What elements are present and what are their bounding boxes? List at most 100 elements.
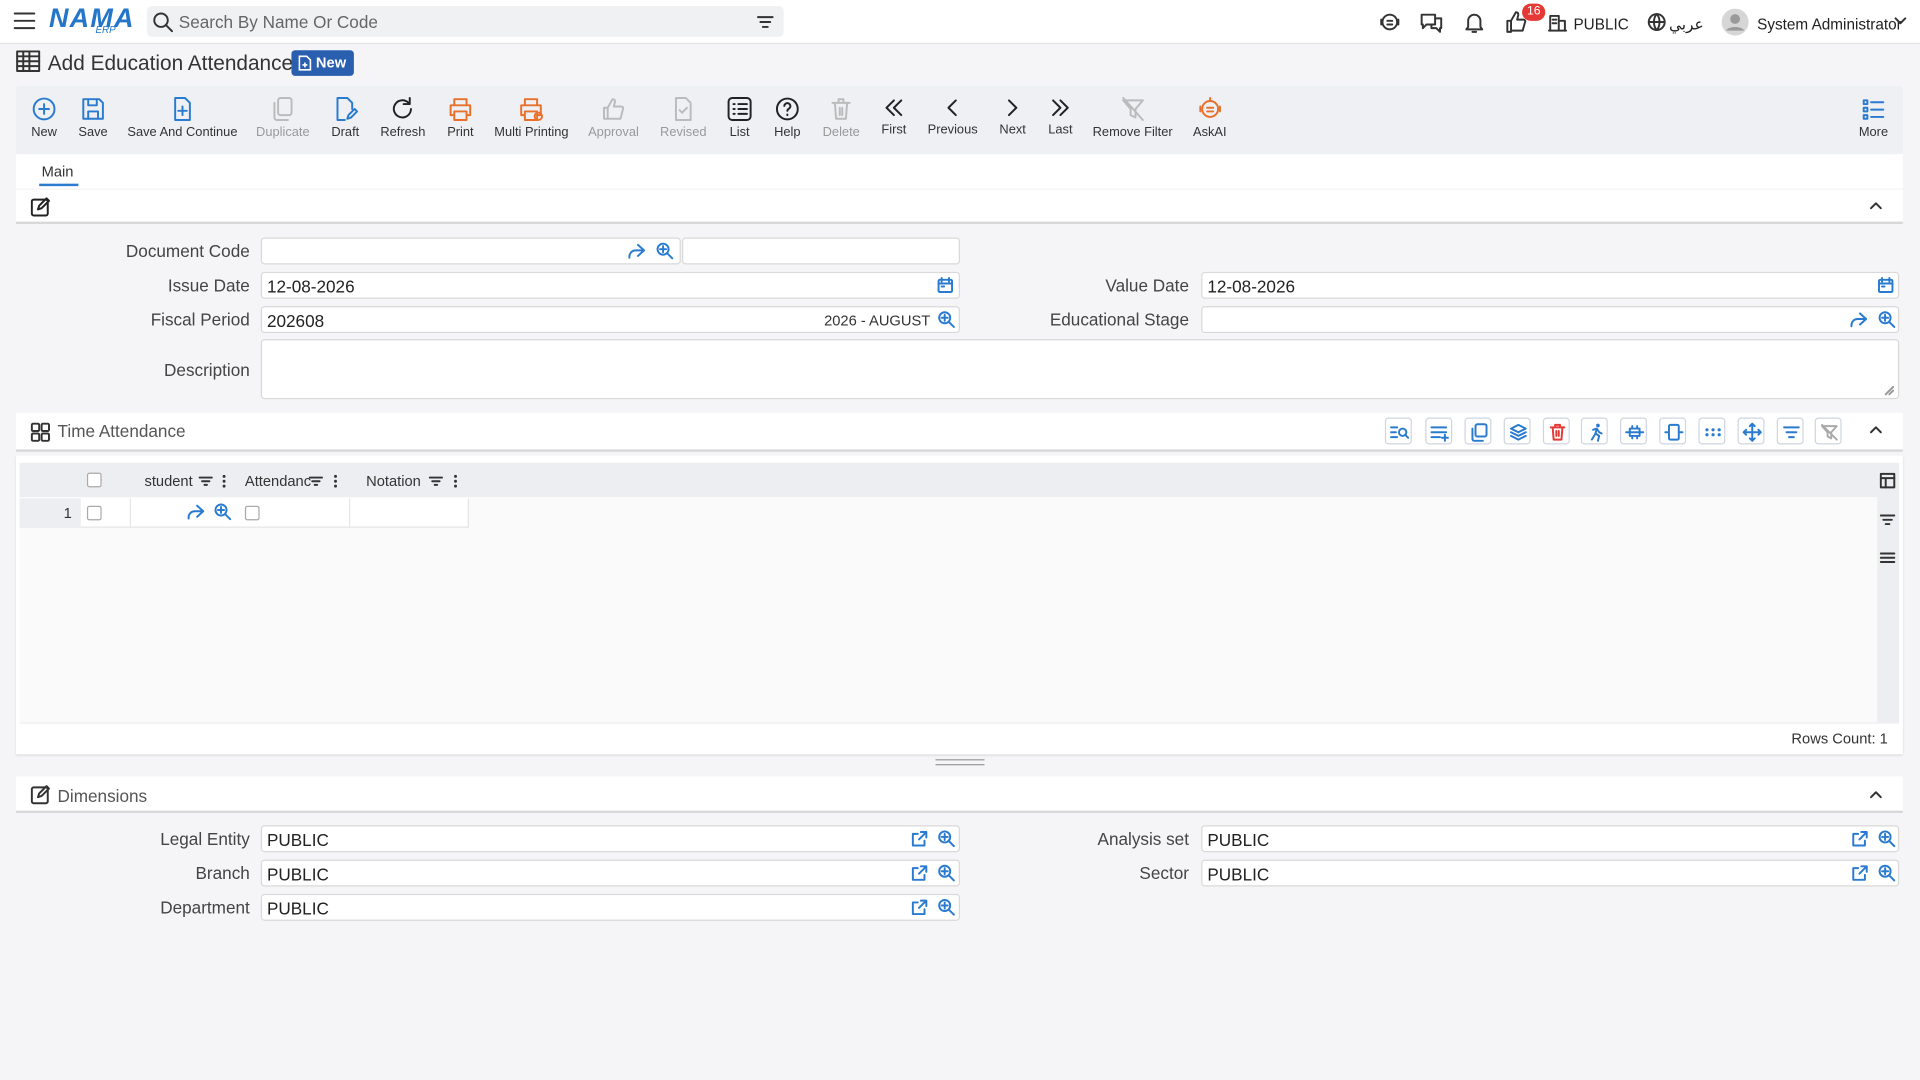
filter-panel-icon[interactable] bbox=[1879, 512, 1896, 528]
multi-printing-button[interactable]: Multi Printing bbox=[494, 96, 569, 140]
duplicate-button[interactable]: Duplicate bbox=[256, 96, 310, 140]
globe-icon[interactable] bbox=[1647, 12, 1667, 32]
column-menu-icon[interactable] bbox=[452, 473, 459, 490]
attendance-checkbox[interactable] bbox=[244, 505, 260, 521]
calendar-icon[interactable] bbox=[937, 276, 954, 294]
column-menu-icon[interactable] bbox=[220, 473, 227, 490]
approval-button[interactable]: Approval bbox=[588, 96, 639, 140]
grid-remove-filter-button[interactable] bbox=[1814, 417, 1842, 445]
grid-search-button[interactable] bbox=[1384, 417, 1412, 445]
share-icon[interactable] bbox=[1849, 311, 1868, 328]
resize-handle-icon[interactable] bbox=[1884, 385, 1895, 396]
chat-icon[interactable] bbox=[1419, 10, 1443, 34]
draft-button[interactable]: Draft bbox=[331, 96, 359, 140]
refresh-button[interactable]: Refresh bbox=[380, 96, 425, 140]
previous-button[interactable]: Previous bbox=[928, 96, 978, 137]
external-link-icon[interactable] bbox=[911, 830, 928, 847]
search-lookup-icon[interactable] bbox=[1877, 310, 1896, 328]
search-lookup-icon[interactable] bbox=[937, 310, 955, 328]
columns-panel-icon[interactable] bbox=[1879, 472, 1896, 489]
new-button[interactable]: New bbox=[31, 96, 58, 140]
revised-button[interactable]: Revised bbox=[660, 96, 706, 140]
collapse-main-chevron-up-icon[interactable] bbox=[1869, 200, 1884, 212]
save-button[interactable]: Save bbox=[78, 96, 108, 140]
resize-grip[interactable] bbox=[935, 759, 985, 766]
grid-move-button[interactable] bbox=[1737, 417, 1765, 445]
table-row[interactable]: 1 bbox=[19, 498, 469, 528]
hamburger-menu-icon[interactable] bbox=[13, 11, 36, 31]
sector-input[interactable]: PUBLIC bbox=[1201, 859, 1900, 887]
menu-lines-icon[interactable] bbox=[1879, 550, 1896, 566]
chevron-down-icon[interactable] bbox=[1893, 15, 1908, 27]
search-lookup-icon[interactable] bbox=[213, 502, 232, 521]
user-menu[interactable]: System Administrator bbox=[1757, 13, 1902, 35]
grid-layers-button[interactable] bbox=[1503, 417, 1531, 445]
column-header-student[interactable]: student bbox=[144, 473, 192, 490]
grid-merge-button[interactable] bbox=[1620, 417, 1647, 445]
bell-icon[interactable] bbox=[1462, 10, 1486, 34]
search-lookup-icon[interactable] bbox=[937, 829, 955, 848]
grid-filter-button[interactable] bbox=[1776, 417, 1804, 445]
grid-run-button[interactable] bbox=[1580, 417, 1608, 445]
column-filter-icon[interactable] bbox=[198, 474, 213, 489]
avatar[interactable] bbox=[1721, 8, 1749, 36]
document-code-secondary-input[interactable] bbox=[682, 237, 961, 265]
delete-button[interactable]: Delete bbox=[823, 96, 860, 140]
filter-icon[interactable] bbox=[756, 13, 774, 30]
more-button[interactable]: More bbox=[1859, 96, 1888, 140]
search-lookup-icon[interactable] bbox=[1877, 829, 1896, 848]
student-cell[interactable] bbox=[129, 498, 351, 528]
calendar-icon[interactable] bbox=[1877, 276, 1894, 294]
issue-date-input[interactable]: 12-08-2026 bbox=[260, 271, 961, 299]
row-select-checkbox[interactable] bbox=[86, 505, 102, 521]
column-header-attendance[interactable]: Attendanc bbox=[245, 473, 311, 490]
askai-button[interactable]: AskAI bbox=[1193, 96, 1227, 140]
external-link-icon[interactable] bbox=[1851, 830, 1868, 847]
grid-fit-button[interactable] bbox=[1659, 417, 1687, 445]
department-input[interactable]: PUBLIC bbox=[260, 893, 961, 921]
notation-cell[interactable] bbox=[350, 498, 469, 528]
column-filter-icon[interactable] bbox=[308, 474, 324, 489]
fiscal-period-input[interactable]: 202608 2026 - AUGUST bbox=[260, 306, 961, 334]
share-icon[interactable] bbox=[627, 242, 646, 259]
search-lookup-icon[interactable] bbox=[937, 863, 955, 882]
external-link-icon[interactable] bbox=[911, 899, 928, 916]
company-selector[interactable]: PUBLIC bbox=[1573, 13, 1628, 35]
column-filter-icon[interactable] bbox=[428, 474, 444, 489]
remove-filter-button[interactable]: Remove Filter bbox=[1093, 96, 1173, 140]
list-button[interactable]: List bbox=[726, 96, 753, 140]
tab-main[interactable]: Main bbox=[42, 163, 74, 180]
next-button[interactable]: Next bbox=[999, 96, 1026, 137]
collapse-attendance-chevron-up-icon[interactable] bbox=[1869, 424, 1884, 436]
search-lookup-icon[interactable] bbox=[937, 898, 955, 916]
legal-entity-input[interactable]: PUBLIC bbox=[260, 825, 961, 853]
ai-assistant-icon[interactable] bbox=[1378, 10, 1402, 34]
first-button[interactable]: First bbox=[880, 96, 907, 137]
educational-stage-input[interactable] bbox=[1201, 306, 1900, 334]
last-button[interactable]: Last bbox=[1047, 96, 1074, 137]
search-lookup-icon[interactable] bbox=[1877, 863, 1896, 882]
print-button[interactable]: Print bbox=[447, 96, 474, 140]
external-link-icon[interactable] bbox=[1851, 864, 1868, 881]
help-button[interactable]: Help bbox=[774, 96, 801, 140]
language-switch[interactable]: عربي bbox=[1669, 13, 1704, 35]
branch-input[interactable]: PUBLIC bbox=[260, 859, 961, 887]
grid-copy-button[interactable] bbox=[1464, 417, 1492, 445]
collapse-dimensions-chevron-up-icon[interactable] bbox=[1869, 789, 1884, 801]
column-menu-icon[interactable] bbox=[332, 473, 339, 490]
grid-add-row-button[interactable] bbox=[1425, 417, 1453, 445]
grid-options-button[interactable] bbox=[1698, 417, 1726, 445]
description-textarea[interactable] bbox=[260, 339, 1900, 400]
search-input[interactable]: Search By Name Or Code bbox=[146, 6, 784, 37]
external-link-icon[interactable] bbox=[911, 864, 928, 881]
analysis-set-input[interactable]: PUBLIC bbox=[1201, 825, 1900, 853]
grid-delete-button[interactable] bbox=[1542, 417, 1570, 445]
search-lookup-icon[interactable] bbox=[655, 241, 674, 260]
select-all-checkbox[interactable] bbox=[86, 472, 102, 488]
document-code-input[interactable] bbox=[260, 237, 681, 265]
share-icon[interactable] bbox=[186, 503, 205, 520]
column-header-notation[interactable]: Notation bbox=[366, 473, 421, 490]
save-and-continue-button[interactable]: Save And Continue bbox=[127, 96, 237, 140]
nama-logo[interactable]: NAMA ERP bbox=[49, 4, 135, 39]
value-date-input[interactable]: 12-08-2026 bbox=[1201, 271, 1900, 299]
